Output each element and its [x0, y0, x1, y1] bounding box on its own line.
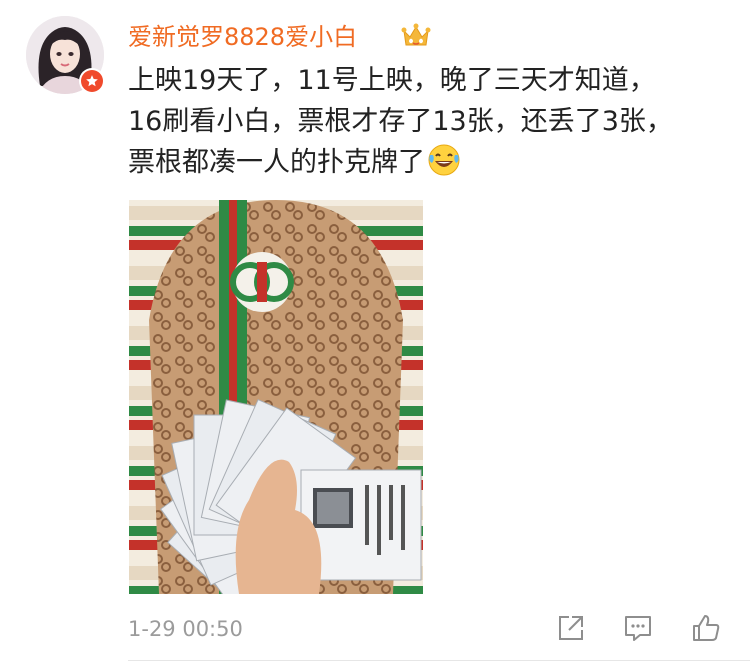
- share-button[interactable]: [555, 612, 587, 644]
- ticket-stubs-photo: [129, 200, 423, 594]
- content-line: 上映19天了，11号上映，晚了三天才知道，: [128, 65, 656, 96]
- star-badge-icon: [81, 70, 103, 92]
- content-line: 16刷看小白，票根才存了13张，还丢了3张，: [128, 106, 673, 137]
- laughing-tears-emoji-icon: [427, 143, 461, 177]
- comment-icon: [625, 616, 651, 641]
- share-icon: [559, 616, 583, 640]
- username[interactable]: 爱新觉罗8828爱小白: [128, 21, 357, 53]
- comment-button[interactable]: [622, 612, 654, 644]
- thumbs-up-icon: [693, 615, 720, 641]
- like-button[interactable]: [690, 612, 722, 644]
- crown-icon: [401, 22, 431, 50]
- post-content: 上映19天了，11号上映，晚了三天才知道， 16刷看小白，票根才存了13张，还丢…: [128, 60, 728, 183]
- divider: [128, 660, 750, 661]
- verified-badge: [79, 68, 105, 94]
- content-line-last: 票根都凑一人的扑克牌了: [128, 142, 728, 183]
- post-photo[interactable]: [129, 200, 423, 594]
- timestamp: 1-29 00:50: [128, 617, 243, 641]
- content-line-text: 票根都凑一人的扑克牌了: [128, 147, 425, 178]
